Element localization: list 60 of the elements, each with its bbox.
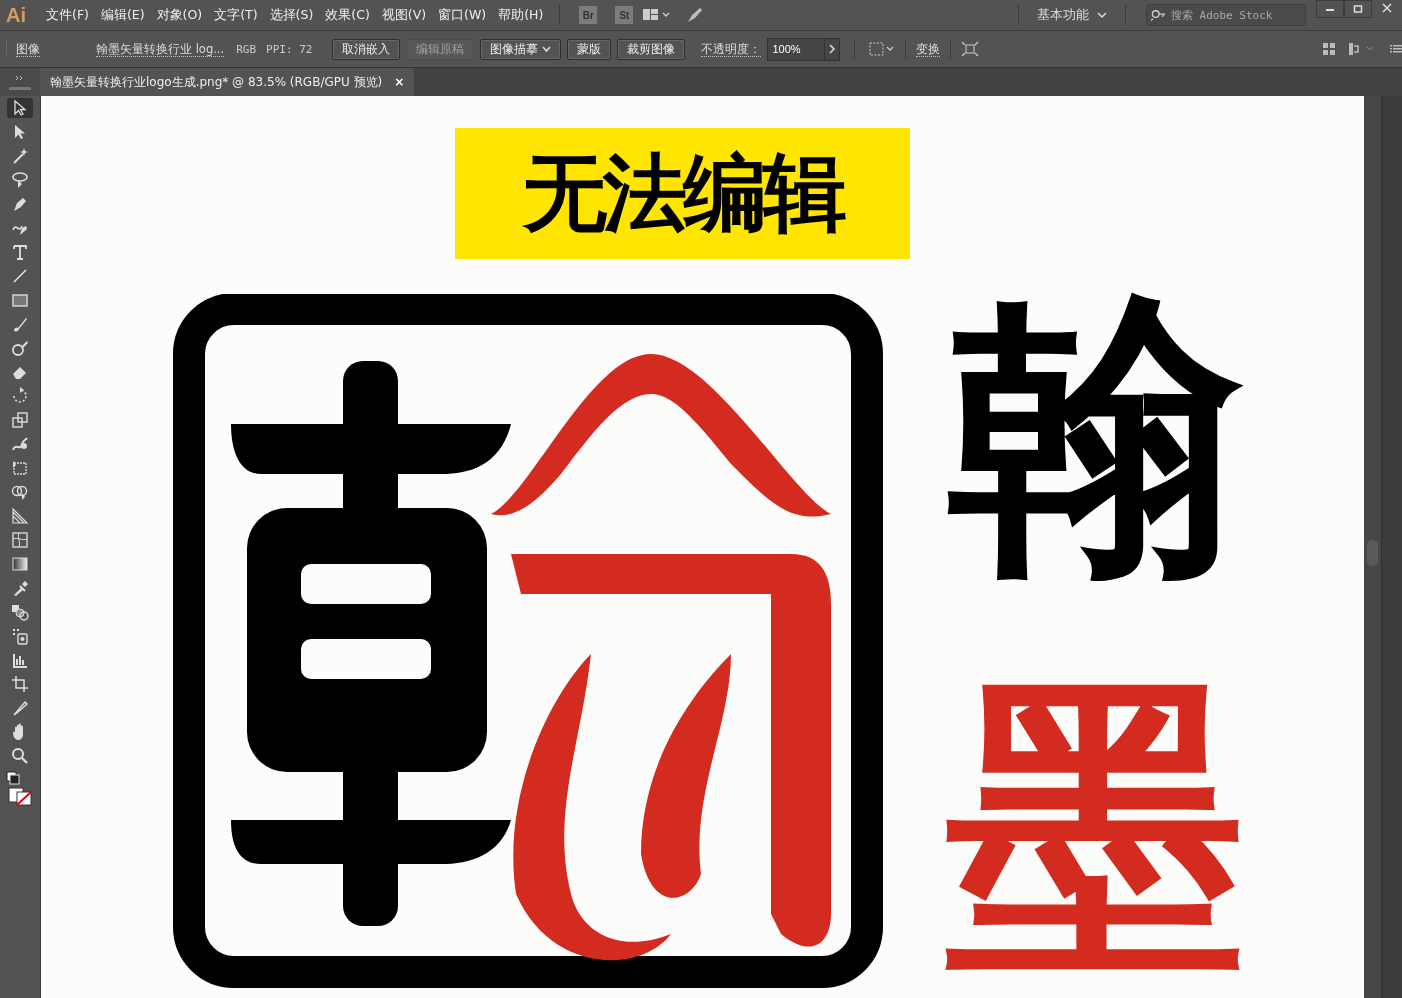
document-title: 翰墨矢量转换行业logo生成.png* @ 83.5% (RGB/GPU 预览) — [50, 73, 383, 91]
layout-icon[interactable] — [642, 7, 673, 23]
toolbar-button[interactable]: 裁剪图像 — [617, 38, 686, 60]
maximize-button[interactable] — [1344, 0, 1372, 18]
chevron-down-icon — [1097, 11, 1107, 19]
slice-tool-icon — [10, 698, 30, 718]
ppi-label: PPI: 72 — [266, 42, 313, 56]
menu-item[interactable]: 效果(C) — [319, 6, 376, 24]
close-icon — [1382, 3, 1392, 13]
menu-item[interactable]: 窗口(W) — [432, 6, 493, 24]
menu-item[interactable]: 编辑(E) — [94, 6, 151, 24]
menu-icon[interactable] — [1390, 43, 1402, 55]
perspective-tool-icon — [10, 506, 30, 526]
maximize-icon — [1353, 4, 1363, 14]
opacity-stepper-button[interactable] — [825, 37, 841, 61]
document-tab[interactable]: 翰墨矢量转换行业logo生成.png* @ 83.5% (RGB/GPU 预览) × — [40, 68, 415, 96]
collapse-icon[interactable] — [15, 74, 25, 81]
opacity-label[interactable]: 不透明度： — [701, 41, 762, 57]
type-tool-icon — [10, 242, 30, 262]
logo-character: 墨 — [946, 676, 1246, 976]
color-mode-label: RGB — [236, 42, 257, 56]
search-icon — [1151, 9, 1168, 21]
selection-type-label: 图像 — [16, 41, 40, 57]
menu-item[interactable]: 文件(F) — [40, 6, 95, 24]
align-icon[interactable] — [1322, 42, 1336, 56]
logo-character: 翰 — [946, 286, 1246, 586]
select-tool[interactable] — [7, 98, 33, 118]
toolbar-button[interactable]: 图像描摹 — [480, 38, 562, 60]
minimize-button[interactable] — [1316, 0, 1344, 18]
grip-icon[interactable] — [9, 86, 31, 90]
lasso-tool-icon — [10, 170, 30, 190]
menu-item[interactable]: 帮助(H) — [492, 6, 550, 24]
distribute-icon[interactable] — [1348, 42, 1376, 56]
mesh-tool-icon — [10, 530, 30, 550]
artboard-tool-icon — [10, 674, 30, 694]
gradient-tool-icon — [10, 554, 30, 574]
menu-item[interactable]: 对象(O) — [150, 6, 209, 24]
zoom-tool-icon — [10, 746, 30, 766]
vertical-scrollbar[interactable] — [1364, 96, 1381, 998]
rotate-tool-icon — [10, 386, 30, 406]
blend-tool-icon — [10, 602, 30, 622]
opacity-field[interactable]: 100% — [767, 37, 826, 61]
isolate-icon[interactable] — [961, 41, 980, 57]
transform-link[interactable]: 变换 — [916, 41, 941, 57]
menu-item[interactable]: 视图(V) — [375, 6, 433, 24]
warning-banner: 无法编辑 — [455, 128, 910, 259]
chevron-down-icon — [542, 45, 552, 53]
chevron-right-icon — [828, 44, 836, 54]
toolbar-button[interactable]: 取消嵌入 — [332, 38, 401, 60]
tab-close-button[interactable]: × — [394, 75, 405, 89]
symbol-tool-icon — [10, 626, 30, 646]
menu-item[interactable]: 选择(S) — [263, 6, 320, 24]
toolbar-button[interactable]: 蒙版 — [567, 38, 612, 60]
menu-item[interactable]: 文字(T) — [208, 6, 264, 24]
workspace-switcher[interactable]: 基本功能 — [1037, 6, 1089, 24]
file-name-link[interactable]: 翰墨矢量转换行业 log... — [96, 41, 225, 57]
color-swatches-icon — [5, 770, 35, 806]
app-logo: Ai — [5, 3, 27, 27]
stock-search-field[interactable]: 搜索 Adobe Stock — [1146, 4, 1306, 26]
scale-tool-icon — [10, 410, 30, 430]
